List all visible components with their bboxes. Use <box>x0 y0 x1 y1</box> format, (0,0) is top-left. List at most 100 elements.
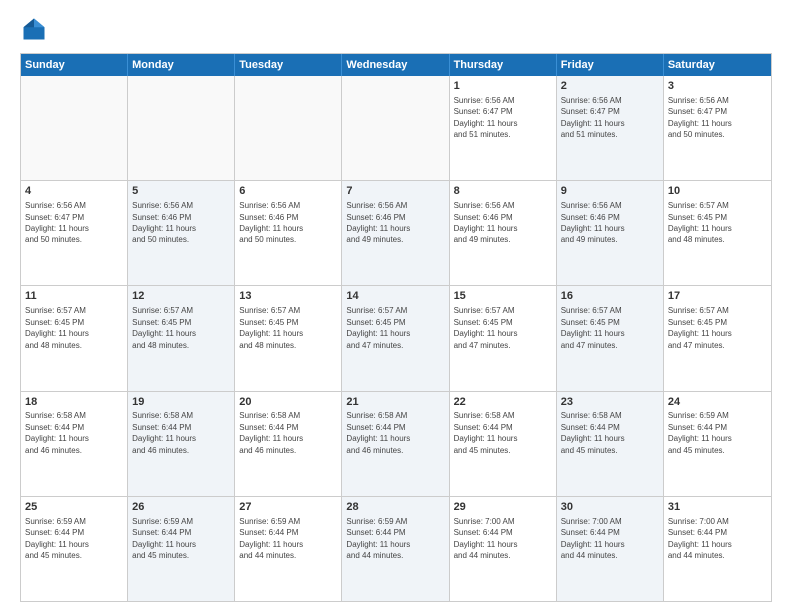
day-cell-1: 1Sunrise: 6:56 AM Sunset: 6:47 PM Daylig… <box>450 76 557 180</box>
day-number: 23 <box>561 395 659 410</box>
day-info: Sunrise: 6:57 AM Sunset: 6:45 PM Dayligh… <box>561 306 625 349</box>
day-info: Sunrise: 6:59 AM Sunset: 6:44 PM Dayligh… <box>239 517 303 560</box>
calendar-row-3: 18Sunrise: 6:58 AM Sunset: 6:44 PM Dayli… <box>21 392 771 497</box>
day-info: Sunrise: 7:00 AM Sunset: 6:44 PM Dayligh… <box>454 517 518 560</box>
day-number: 6 <box>239 184 337 199</box>
day-cell-7: 7Sunrise: 6:56 AM Sunset: 6:46 PM Daylig… <box>342 181 449 285</box>
day-cell-31: 31 Sunrise: 7:00 AM Sunset: 6:44 PM Dayli… <box>664 497 771 601</box>
day-number: 4 <box>25 184 123 199</box>
day-cell-19: 19Sunrise: 6:58 AM Sunset: 6:44 PM Dayli… <box>128 392 235 496</box>
day-cell-21: 21Sunrise: 6:58 AM Sunset: 6:44 PM Dayli… <box>342 392 449 496</box>
calendar-body: 1 Sunrise: 6:56 AM Sunset: 6:47 PM Daylig… <box>21 76 771 601</box>
day-cell-25: 25 Sunrise: 6:59 AM Sunset: 6:44 PM Dayli… <box>21 497 128 601</box>
day-info: Sunrise: 6:58 AM Sunset: 6:44 PM Dayligh… <box>132 411 196 454</box>
day-number: 19 <box>132 395 230 410</box>
day-number: 18 <box>25 395 123 410</box>
day-info: Sunrise: 6:57 AM Sunset: 6:45 PM Dayligh… <box>454 306 518 349</box>
day-number: 15 <box>454 289 552 304</box>
day-cell-15: 15 Sunrise: 6:57 AM Sunset: 6:45 PM Dayli… <box>450 286 557 390</box>
weekday-header-thursday: Thursday <box>450 54 557 76</box>
day-cell-27: 27 Sunrise: 6:59 AM Sunset: 6:44 PM Dayli… <box>235 497 342 601</box>
day-cell-24: 24Sunrise: 6:59 AM Sunset: 6:44 PM Dayli… <box>664 392 771 496</box>
calendar-header: SundayMondayTuesdayWednesdayThursdayFrid… <box>21 54 771 76</box>
day-number: 21 <box>346 395 444 410</box>
day-info: Sunrise: 6:59 AM Sunset: 6:44 PM Dayligh… <box>668 411 732 454</box>
header <box>20 15 772 43</box>
day-number: 1 <box>454 79 552 94</box>
day-info: Sunrise: 6:56 AM Sunset: 6:46 PM Dayligh… <box>561 201 625 244</box>
day-cell-26: 26Sunrise: 6:59 AM Sunset: 6:44 PM Dayli… <box>128 497 235 601</box>
day-cell-30: 30Sunrise: 7:00 AM Sunset: 6:44 PM Dayli… <box>557 497 664 601</box>
empty-cell <box>21 76 128 180</box>
day-cell-5: 5 Sunrise: 6:56 AM Sunset: 6:46 PM Daylig… <box>128 181 235 285</box>
day-info: Sunrise: 6:56 AM Sunset: 6:47 PM Dayligh… <box>25 201 89 244</box>
day-info: Sunrise: 6:57 AM Sunset: 6:45 PM Dayligh… <box>668 201 732 244</box>
day-info: Sunrise: 7:00 AM Sunset: 6:44 PM Dayligh… <box>668 517 732 560</box>
day-cell-17: 17 Sunrise: 6:57 AM Sunset: 6:45 PM Dayli… <box>664 286 771 390</box>
day-number: 17 <box>668 289 767 304</box>
calendar-row-1: 4 Sunrise: 6:56 AM Sunset: 6:47 PM Daylig… <box>21 181 771 286</box>
day-number: 9 <box>561 184 659 199</box>
day-info: Sunrise: 6:59 AM Sunset: 6:44 PM Dayligh… <box>132 517 196 560</box>
day-info: Sunrise: 6:56 AM Sunset: 6:47 PM Dayligh… <box>668 96 732 139</box>
day-info: Sunrise: 6:57 AM Sunset: 6:45 PM Dayligh… <box>132 306 196 349</box>
day-cell-8: 8Sunrise: 6:56 AM Sunset: 6:46 PM Daylig… <box>450 181 557 285</box>
page: SundayMondayTuesdayWednesdayThursdayFrid… <box>0 0 792 612</box>
day-cell-22: 22Sunrise: 6:58 AM Sunset: 6:44 PM Dayli… <box>450 392 557 496</box>
empty-cell <box>342 76 449 180</box>
day-cell-18: 18Sunrise: 6:58 AM Sunset: 6:44 PM Dayli… <box>21 392 128 496</box>
day-number: 27 <box>239 500 337 515</box>
day-cell-3: 3 Sunrise: 6:56 AM Sunset: 6:47 PM Daylig… <box>664 76 771 180</box>
weekday-header-sunday: Sunday <box>21 54 128 76</box>
weekday-header-friday: Friday <box>557 54 664 76</box>
day-cell-20: 20Sunrise: 6:58 AM Sunset: 6:44 PM Dayli… <box>235 392 342 496</box>
day-number: 12 <box>132 289 230 304</box>
empty-cell <box>128 76 235 180</box>
day-number: 20 <box>239 395 337 410</box>
day-info: Sunrise: 6:57 AM Sunset: 6:45 PM Dayligh… <box>239 306 303 349</box>
weekday-header-monday: Monday <box>128 54 235 76</box>
day-info: Sunrise: 6:56 AM Sunset: 6:46 PM Dayligh… <box>454 201 518 244</box>
day-cell-10: 10 Sunrise: 6:57 AM Sunset: 6:45 PM Dayli… <box>664 181 771 285</box>
day-cell-29: 29 Sunrise: 7:00 AM Sunset: 6:44 PM Dayli… <box>450 497 557 601</box>
day-info: Sunrise: 6:58 AM Sunset: 6:44 PM Dayligh… <box>561 411 625 454</box>
day-number: 16 <box>561 289 659 304</box>
day-cell-13: 13 Sunrise: 6:57 AM Sunset: 6:45 PM Dayli… <box>235 286 342 390</box>
day-cell-16: 16 Sunrise: 6:57 AM Sunset: 6:45 PM Dayli… <box>557 286 664 390</box>
day-number: 11 <box>25 289 123 304</box>
day-cell-14: 14Sunrise: 6:57 AM Sunset: 6:45 PM Dayli… <box>342 286 449 390</box>
day-cell-12: 12 Sunrise: 6:57 AM Sunset: 6:45 PM Dayli… <box>128 286 235 390</box>
logo <box>20 15 52 43</box>
day-info: Sunrise: 6:58 AM Sunset: 6:44 PM Dayligh… <box>239 411 303 454</box>
day-number: 31 <box>668 500 767 515</box>
day-info: Sunrise: 6:56 AM Sunset: 6:46 PM Dayligh… <box>132 201 196 244</box>
logo-icon <box>20 15 48 43</box>
day-number: 10 <box>668 184 767 199</box>
day-info: Sunrise: 7:00 AM Sunset: 6:44 PM Dayligh… <box>561 517 625 560</box>
day-cell-2: 2 Sunrise: 6:56 AM Sunset: 6:47 PM Daylig… <box>557 76 664 180</box>
calendar-row-2: 11 Sunrise: 6:57 AM Sunset: 6:45 PM Dayli… <box>21 286 771 391</box>
day-number: 25 <box>25 500 123 515</box>
day-number: 2 <box>561 79 659 94</box>
empty-cell <box>235 76 342 180</box>
day-info: Sunrise: 6:59 AM Sunset: 6:44 PM Dayligh… <box>25 517 89 560</box>
day-number: 13 <box>239 289 337 304</box>
day-info: Sunrise: 6:58 AM Sunset: 6:44 PM Dayligh… <box>25 411 89 454</box>
calendar: SundayMondayTuesdayWednesdayThursdayFrid… <box>20 53 772 602</box>
day-number: 28 <box>346 500 444 515</box>
day-info: Sunrise: 6:57 AM Sunset: 6:45 PM Dayligh… <box>668 306 732 349</box>
day-info: Sunrise: 6:56 AM Sunset: 6:46 PM Dayligh… <box>239 201 303 244</box>
day-info: Sunrise: 6:58 AM Sunset: 6:44 PM Dayligh… <box>346 411 410 454</box>
day-info: Sunrise: 6:57 AM Sunset: 6:45 PM Dayligh… <box>25 306 89 349</box>
day-cell-6: 6 Sunrise: 6:56 AM Sunset: 6:46 PM Daylig… <box>235 181 342 285</box>
calendar-row-0: 1 Sunrise: 6:56 AM Sunset: 6:47 PM Daylig… <box>21 76 771 181</box>
day-info: Sunrise: 6:58 AM Sunset: 6:44 PM Dayligh… <box>454 411 518 454</box>
day-number: 3 <box>668 79 767 94</box>
day-info: Sunrise: 6:56 AM Sunset: 6:47 PM Dayligh… <box>561 96 625 139</box>
day-cell-28: 28Sunrise: 6:59 AM Sunset: 6:44 PM Dayli… <box>342 497 449 601</box>
day-cell-4: 4 Sunrise: 6:56 AM Sunset: 6:47 PM Daylig… <box>21 181 128 285</box>
day-cell-11: 11 Sunrise: 6:57 AM Sunset: 6:45 PM Dayli… <box>21 286 128 390</box>
day-number: 22 <box>454 395 552 410</box>
day-number: 5 <box>132 184 230 199</box>
day-number: 29 <box>454 500 552 515</box>
